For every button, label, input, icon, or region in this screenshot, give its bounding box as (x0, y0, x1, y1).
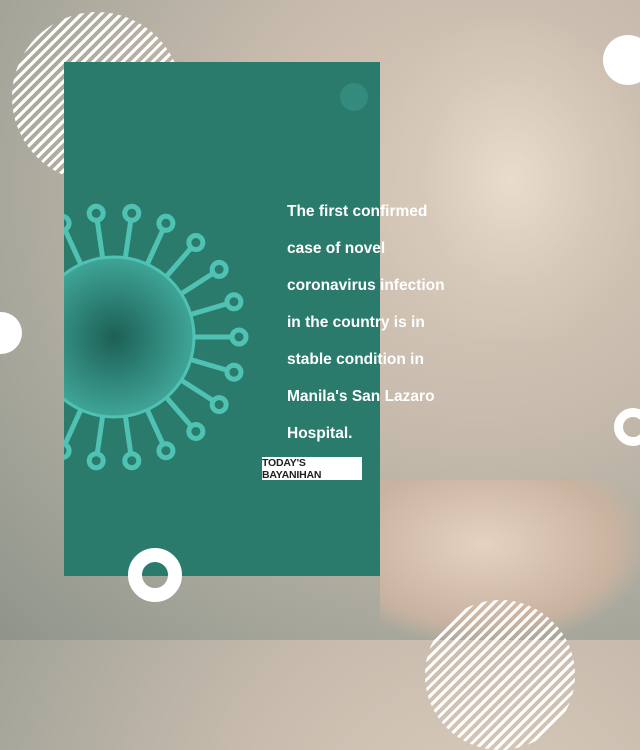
source-label: TODAY'S BAYANIHAN (262, 457, 362, 481)
body-line: in the country is in (287, 314, 425, 331)
ring-decoration-bottom (128, 548, 182, 602)
virus-spike-tip (122, 203, 142, 223)
virus-spike-tip (186, 233, 206, 253)
body-line: stable condition in (287, 351, 424, 368)
post-body-text: The first confirmed case of novel corona… (287, 193, 487, 452)
body-line: Hospital. (287, 425, 353, 442)
body-line: Manila's San Lazaro (287, 388, 435, 405)
white-half-circle-decoration (0, 312, 22, 354)
virus-spike-tip (209, 259, 229, 279)
virus-spike-tip (64, 441, 72, 461)
virus-spike-tip (156, 213, 176, 233)
body-line: The first confirmed (287, 203, 428, 220)
body-line: case of novel (287, 240, 386, 257)
body-line: coronavirus infection (287, 277, 445, 294)
ring-decoration (614, 408, 640, 446)
virus-spike-tip (156, 441, 176, 461)
virus-spike-tip (186, 421, 206, 441)
virus-spike-tip (86, 203, 106, 223)
virus-spike-tip (64, 213, 72, 233)
virus-spike-tip (224, 362, 244, 382)
virus-spike-tip (209, 395, 229, 415)
virus-spike-tip (122, 451, 142, 471)
virus-spike-tip (229, 327, 249, 347)
virus-spike-tip (224, 292, 244, 312)
striped-circle-decoration-bottom (425, 600, 575, 750)
virus-spike-tip (86, 451, 106, 471)
